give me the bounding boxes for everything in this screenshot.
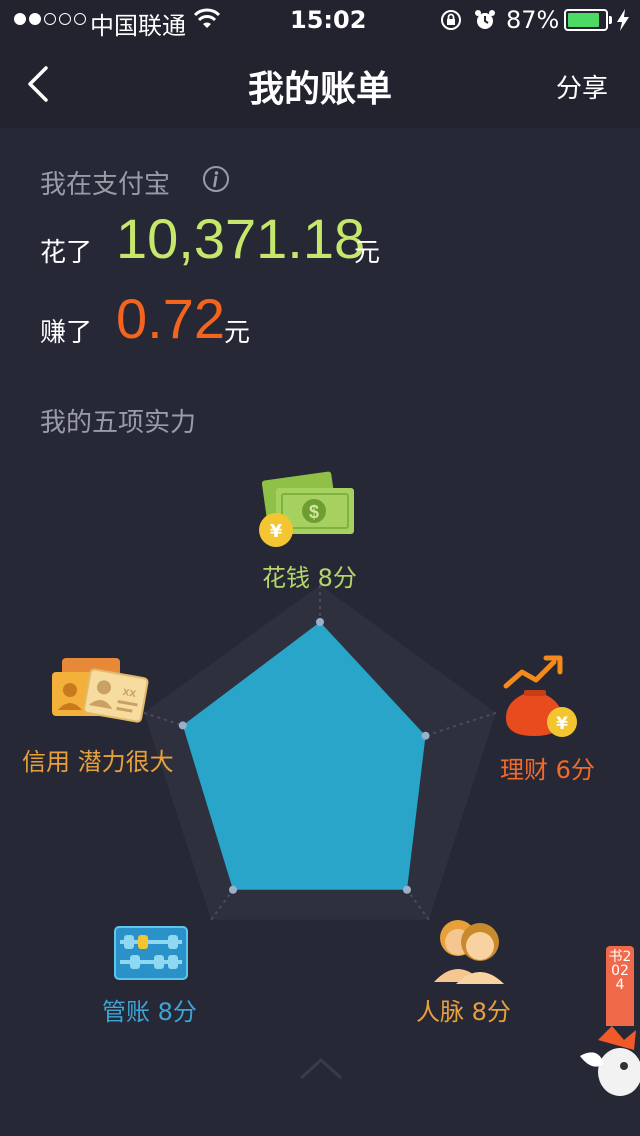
svg-text:¥: ¥ [270, 521, 283, 542]
promo-ribbon[interactable]: 书2024 [606, 946, 634, 1026]
money-icon: $ ¥ [259, 471, 354, 547]
promo-ribbon-text: 书2024 [608, 949, 632, 993]
id-card-icon: xx [52, 658, 149, 723]
goldfish-icon[interactable] [578, 1016, 640, 1100]
axis-label-accounting: 管账 8分 [102, 998, 197, 1026]
axis-label-credit: 信用 潜力很大 [22, 748, 174, 776]
radar-point [229, 885, 238, 894]
abacus-icon [114, 926, 188, 980]
chevron-up-icon[interactable] [298, 1056, 344, 1082]
svg-text:xx: xx [122, 684, 138, 700]
axis-label-spending: 花钱 8分 [262, 564, 357, 592]
radar-point [421, 731, 430, 740]
radar-point [316, 618, 324, 626]
axis-label-finance: 理财 6分 [500, 756, 595, 784]
moneybag-icon: ¥ [503, 655, 577, 737]
radar-point [402, 885, 411, 894]
axis-label-network: 人脉 8分 [416, 998, 511, 1026]
svg-text:¥: ¥ [556, 714, 568, 734]
svg-text:$: $ [309, 502, 319, 522]
people-icon [434, 920, 504, 984]
radar-point [178, 721, 187, 730]
